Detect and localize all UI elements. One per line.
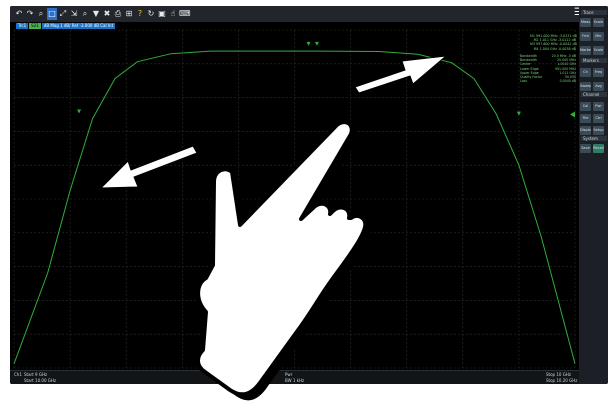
hand-icon bbox=[196, 120, 372, 401]
left-arrow bbox=[99, 145, 198, 189]
right-arrow bbox=[354, 55, 448, 94]
pinch-gesture-overlay bbox=[99, 55, 448, 401]
